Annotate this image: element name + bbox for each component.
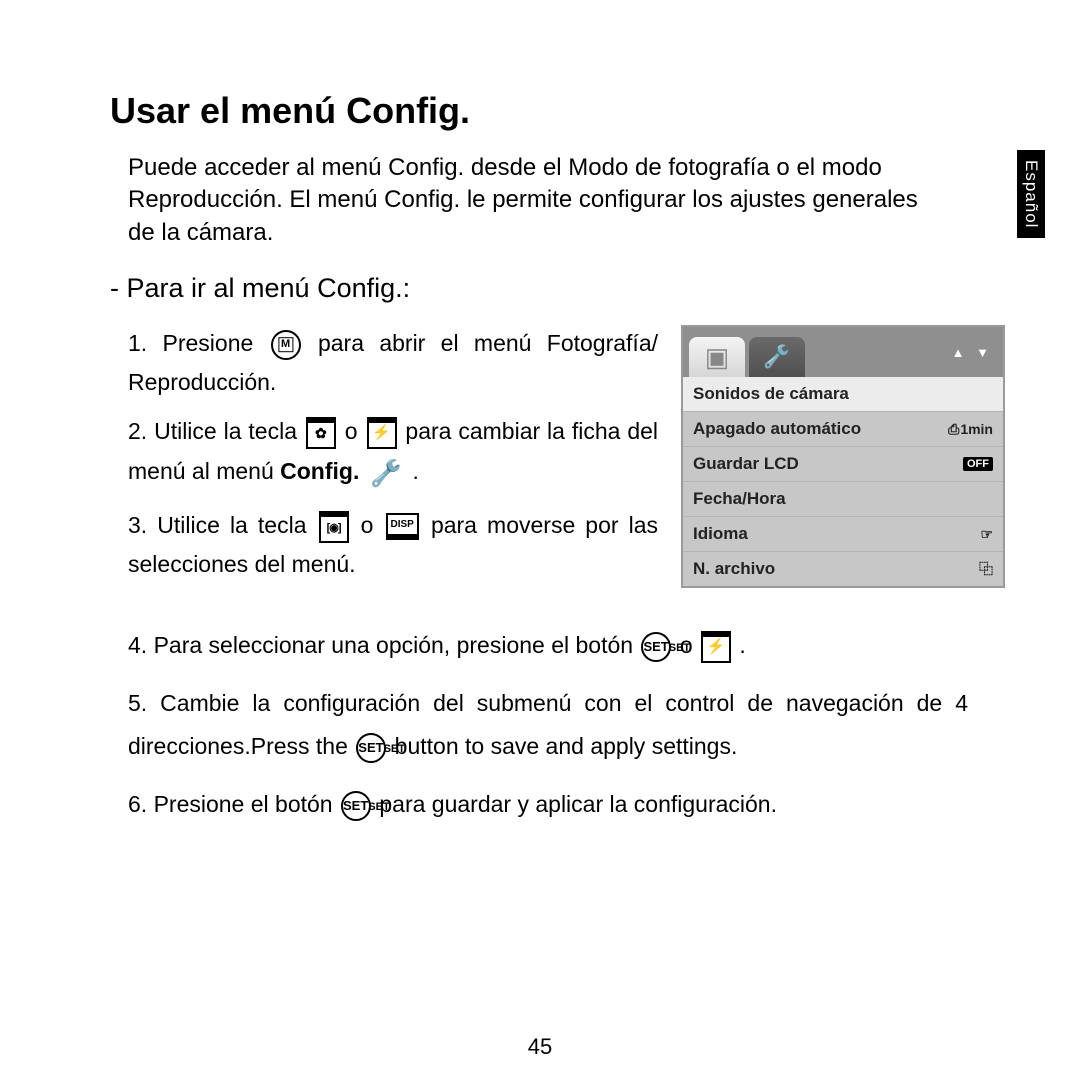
step-6: 6. Presione el botón SET para guardar y … xyxy=(128,783,968,827)
lcd-scroll-arrows: ▲ ▼ xyxy=(952,345,993,360)
lcd-row-datetime: Fecha/Hora xyxy=(683,481,1003,516)
intro-paragraph: Puede acceder al menú Config. desde el M… xyxy=(128,152,948,249)
flash-key-icon xyxy=(367,417,397,449)
step-5: 5. Cambie la configuración del submenú c… xyxy=(128,682,968,769)
lcd-row-label: N. archivo xyxy=(693,559,775,579)
page-title: Usar el menú Config. xyxy=(110,90,1010,132)
page-number: 45 xyxy=(0,1034,1080,1060)
flash-key-icon xyxy=(701,631,731,663)
lcd-row-filenum: N. archivo ⿻ xyxy=(683,551,1003,586)
lcd-row-label: Sonidos de cámara xyxy=(693,384,849,404)
camera-lcd: ▣ 🔧 ▲ ▼ Sonidos de cámara Apagado automá… xyxy=(681,325,1005,588)
focus-key-icon xyxy=(319,511,349,543)
lcd-row-label: Apagado automático xyxy=(693,419,861,439)
lcd-row-value: ⿻ xyxy=(979,559,993,579)
lcd-row-savelcd: Guardar LCD OFF xyxy=(683,446,1003,481)
lcd-tab-bar: ▣ 🔧 ▲ ▼ xyxy=(683,327,1003,377)
lcd-tab-camera: ▣ xyxy=(689,337,745,377)
lcd-row-label: Idioma xyxy=(693,524,748,544)
lcd-menu-list: Sonidos de cámara Apagado automático 1mi… xyxy=(683,377,1003,586)
disp-key-icon: DISP xyxy=(386,513,419,540)
lcd-row-value: OFF xyxy=(963,457,993,471)
menu-button-icon xyxy=(271,330,301,360)
lcd-row-value: 1min xyxy=(948,421,993,438)
step-2: 2. Utilice la tecla o para cambiar la fi… xyxy=(128,412,658,495)
lcd-row-autooff: Apagado automático 1min xyxy=(683,411,1003,446)
lcd-row-label: Fecha/Hora xyxy=(693,489,786,509)
step-1: 1. Presione para abrir el menú Fotografí… xyxy=(128,324,658,402)
steps-top: 1. Presione para abrir el menú Fotografí… xyxy=(128,324,658,584)
lcd-tab-settings: 🔧 xyxy=(749,337,805,377)
wrench-icon: 🔧 xyxy=(370,451,402,495)
lcd-row-label: Guardar LCD xyxy=(693,454,799,474)
section-subhead: - Para ir al menú Config.: xyxy=(110,273,1010,304)
step-3: 3. Utilice la tecla o DISP para moverse … xyxy=(128,506,658,584)
language-tab: Español xyxy=(1017,150,1045,238)
lcd-row-language: Idioma ☞ xyxy=(683,516,1003,551)
set-button-icon: SET xyxy=(641,632,671,662)
step-4: 4. Para seleccionar una opción, presione… xyxy=(128,624,968,668)
macro-key-icon xyxy=(306,417,336,449)
lcd-row-value: ☞ xyxy=(980,526,993,543)
set-button-icon: SET xyxy=(356,733,386,763)
set-button-icon: SET xyxy=(341,791,371,821)
lcd-row-sounds: Sonidos de cámara xyxy=(683,377,1003,411)
